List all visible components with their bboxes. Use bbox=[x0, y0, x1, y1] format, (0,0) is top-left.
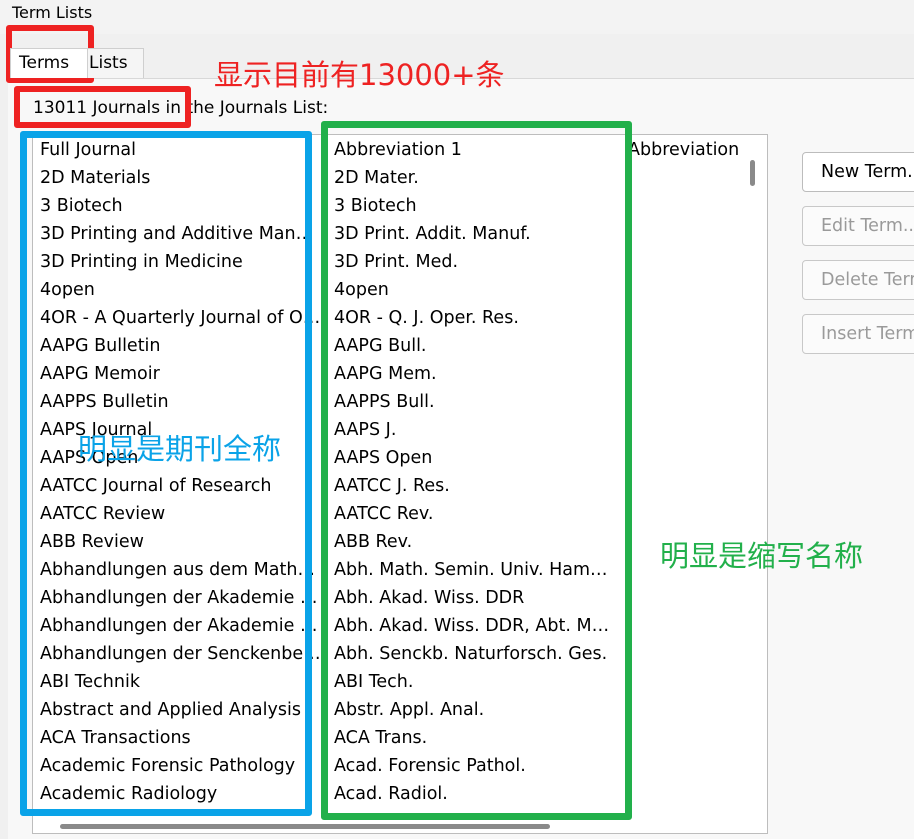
highlight-full-journal-column bbox=[20, 131, 312, 816]
highlight-abbreviation-column bbox=[321, 121, 632, 820]
horizontal-scrollbar[interactable] bbox=[34, 822, 764, 830]
tab-terms-label: Terms bbox=[19, 53, 70, 73]
edit-term-button[interactable]: Edit Term... bbox=[802, 206, 914, 246]
new-term-button[interactable]: New Term... bbox=[802, 152, 914, 192]
vertical-scrollbar-thumb[interactable] bbox=[750, 160, 755, 186]
horizontal-scrollbar-thumb[interactable] bbox=[60, 824, 550, 829]
highlight-count-label bbox=[14, 86, 191, 128]
tab-lists-label: Lists bbox=[89, 53, 128, 73]
window-title: Term Lists bbox=[12, 3, 93, 22]
delete-term-button[interactable]: Delete Term bbox=[802, 260, 914, 300]
tab-terms[interactable]: Terms bbox=[10, 48, 88, 78]
insert-term-button[interactable]: Insert Term bbox=[802, 314, 914, 354]
column-header-abbreviation[interactable]: Abbreviation bbox=[628, 140, 740, 160]
annotation-abbreviation-note: 明显是缩写名称 bbox=[660, 539, 864, 573]
annotation-count-note: 显示目前有13000+条 bbox=[214, 58, 505, 92]
annotation-full-name-note: 明显是期刊全称 bbox=[78, 432, 282, 466]
title-bar: Term Lists bbox=[0, 0, 914, 34]
